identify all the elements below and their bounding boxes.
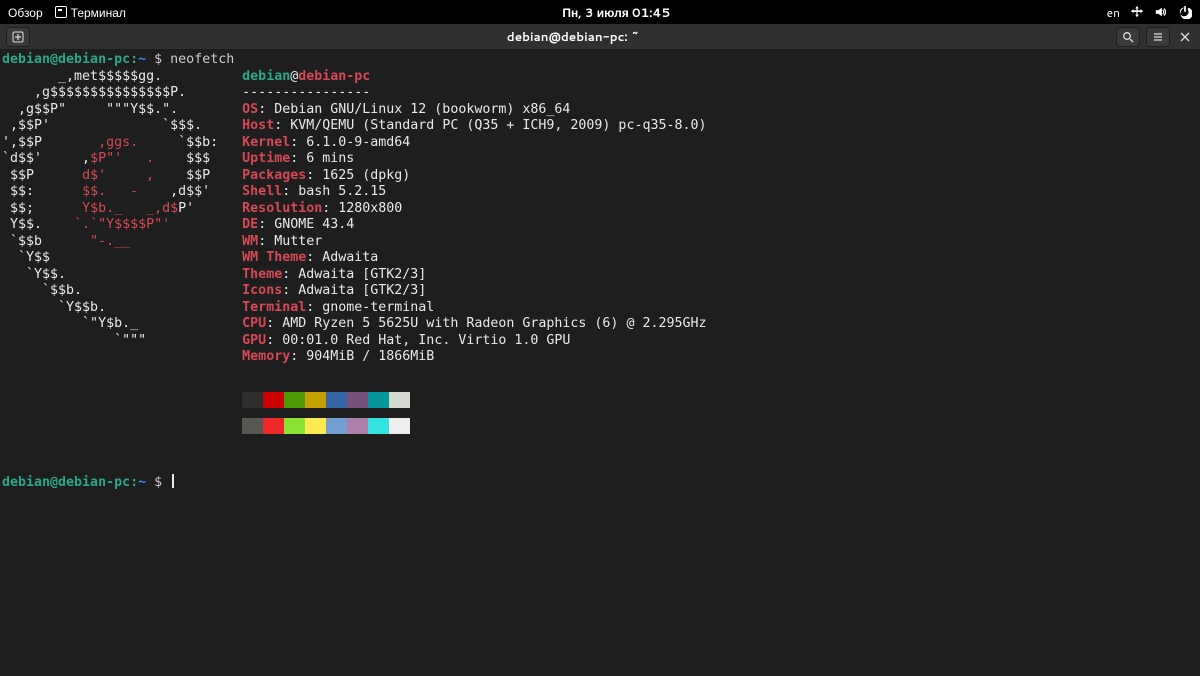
panel-clock[interactable]: Пн, 3 июля 01:45 [126,4,1107,21]
active-app-indicator[interactable]: Терминал [55,4,126,21]
search-icon [1122,31,1134,43]
text-cursor [172,474,174,488]
terminal-icon [55,6,67,18]
color-swatches-row1 [242,392,706,408]
prompt-line-2: debian@debian-pc:~ $ [2,474,1198,492]
terminal-viewport[interactable]: debian@debian-pc:~ $ neofetch _,met$$$$$… [0,50,1200,676]
power-icon[interactable] [1178,5,1192,19]
activities-button[interactable]: Обзор [8,4,43,21]
plus-icon [12,31,24,43]
hamburger-menu-button[interactable] [1146,27,1170,47]
color-swatches-row2 [242,418,706,434]
close-icon [1180,32,1190,42]
volume-icon[interactable] [1154,5,1168,19]
gnome-top-panel: Обзор Терминал Пн, 3 июля 01:45 en [0,0,1200,24]
window-title: debian@debian-pc: ~ [30,28,1116,45]
neofetch-ascii-logo: _,met$$$$$gg. ,g$$$$$$$$$$$$$$$P. ,g$$P"… [2,69,242,435]
prompt-dollar: $ [146,52,170,67]
prompt-line-1: debian@debian-pc:~ $ neofetch [2,52,1198,69]
entered-command: neofetch [170,52,234,67]
active-app-label: Терминал [71,4,126,21]
terminal-headerbar: debian@debian-pc: ~ [0,24,1200,50]
hamburger-icon [1152,31,1164,43]
search-button[interactable] [1116,27,1140,47]
prompt-user-host: debian@debian-pc [2,52,130,67]
prompt-path: ~ [138,52,146,67]
close-window-button[interactable] [1176,27,1194,47]
neofetch-info-block: debian@debian-pc ---------------- OS: De… [242,69,706,435]
input-language-indicator[interactable]: en [1107,4,1120,21]
new-tab-button[interactable] [6,27,30,47]
network-icon[interactable] [1130,5,1144,19]
